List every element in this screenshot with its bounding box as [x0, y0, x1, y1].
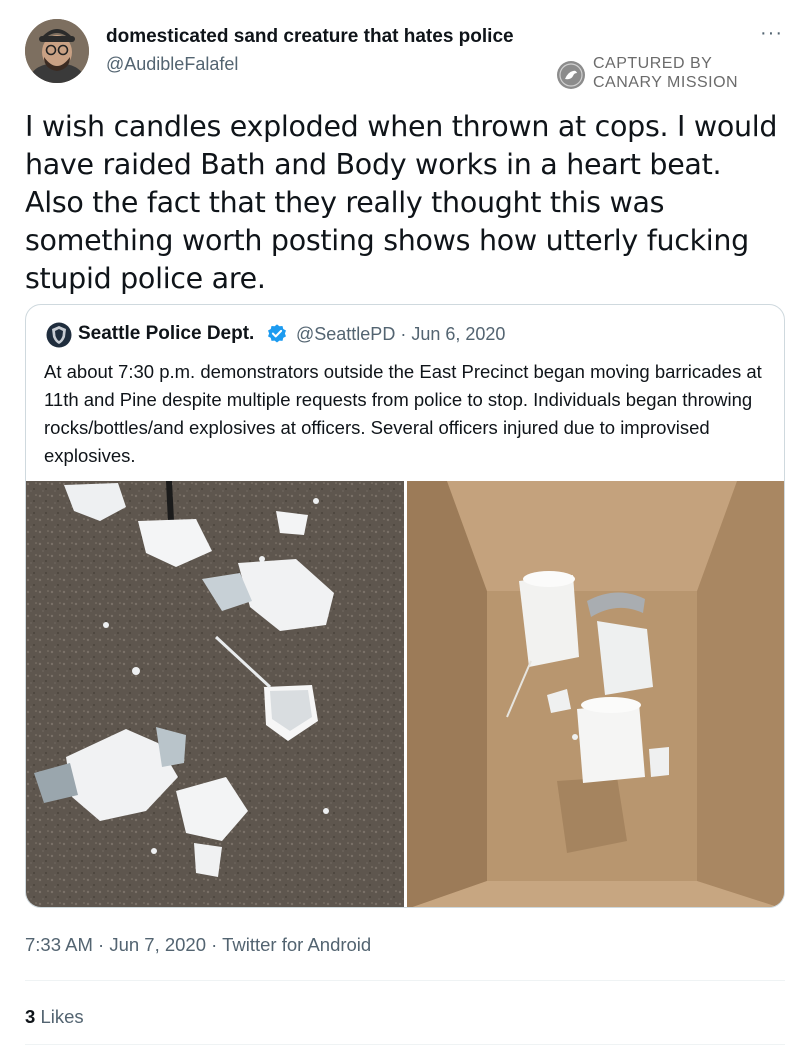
- quoted-tweet[interactable]: Seattle Police Dept. @SeattlePD · Jun 6,…: [25, 304, 785, 908]
- quoted-meta: @SeattlePD · Jun 6, 2020: [296, 324, 505, 345]
- watermark-line-2: CANARY MISSION: [593, 74, 739, 91]
- photo-candles-in-box[interactable]: [407, 481, 784, 907]
- author-name[interactable]: domesticated sand creature that hates po…: [106, 26, 514, 48]
- meta-separator: ·: [400, 324, 407, 344]
- tweet-text: I wish candles exploded when thrown at c…: [25, 110, 778, 295]
- quoted-author-name[interactable]: Seattle Police Dept.: [78, 323, 254, 345]
- quoted-date[interactable]: Jun 6, 2020: [411, 324, 505, 344]
- quoted-tweet-text: At about 7:30 p.m. demonstrators outside…: [44, 361, 762, 466]
- watermark-line-1: CAPTURED BY: [593, 55, 713, 72]
- divider-bottom: [25, 1044, 785, 1045]
- canary-mission-watermark: CAPTURED BY CANARY MISSION: [556, 54, 756, 94]
- quoted-media[interactable]: [26, 481, 784, 907]
- avatar[interactable]: [25, 19, 89, 83]
- photo-candle-debris-on-ground[interactable]: [26, 481, 404, 907]
- author-handle[interactable]: @AudibleFalafel: [106, 54, 238, 75]
- verified-badge-icon: [268, 324, 286, 343]
- likes-number: 3: [25, 1006, 36, 1027]
- likes-label: Likes: [40, 1006, 84, 1027]
- police-badge-icon: [46, 322, 72, 348]
- more-horizontal-icon[interactable]: ···: [760, 22, 783, 45]
- tweet-timestamp[interactable]: 7:33 AM · Jun 7, 2020 · Twitter for Andr…: [25, 934, 371, 956]
- likes-count[interactable]: 3 Likes: [25, 1006, 84, 1028]
- canary-logo-icon: [557, 61, 585, 89]
- divider-top: [25, 980, 785, 981]
- quoted-author-handle[interactable]: @SeattlePD: [296, 324, 395, 344]
